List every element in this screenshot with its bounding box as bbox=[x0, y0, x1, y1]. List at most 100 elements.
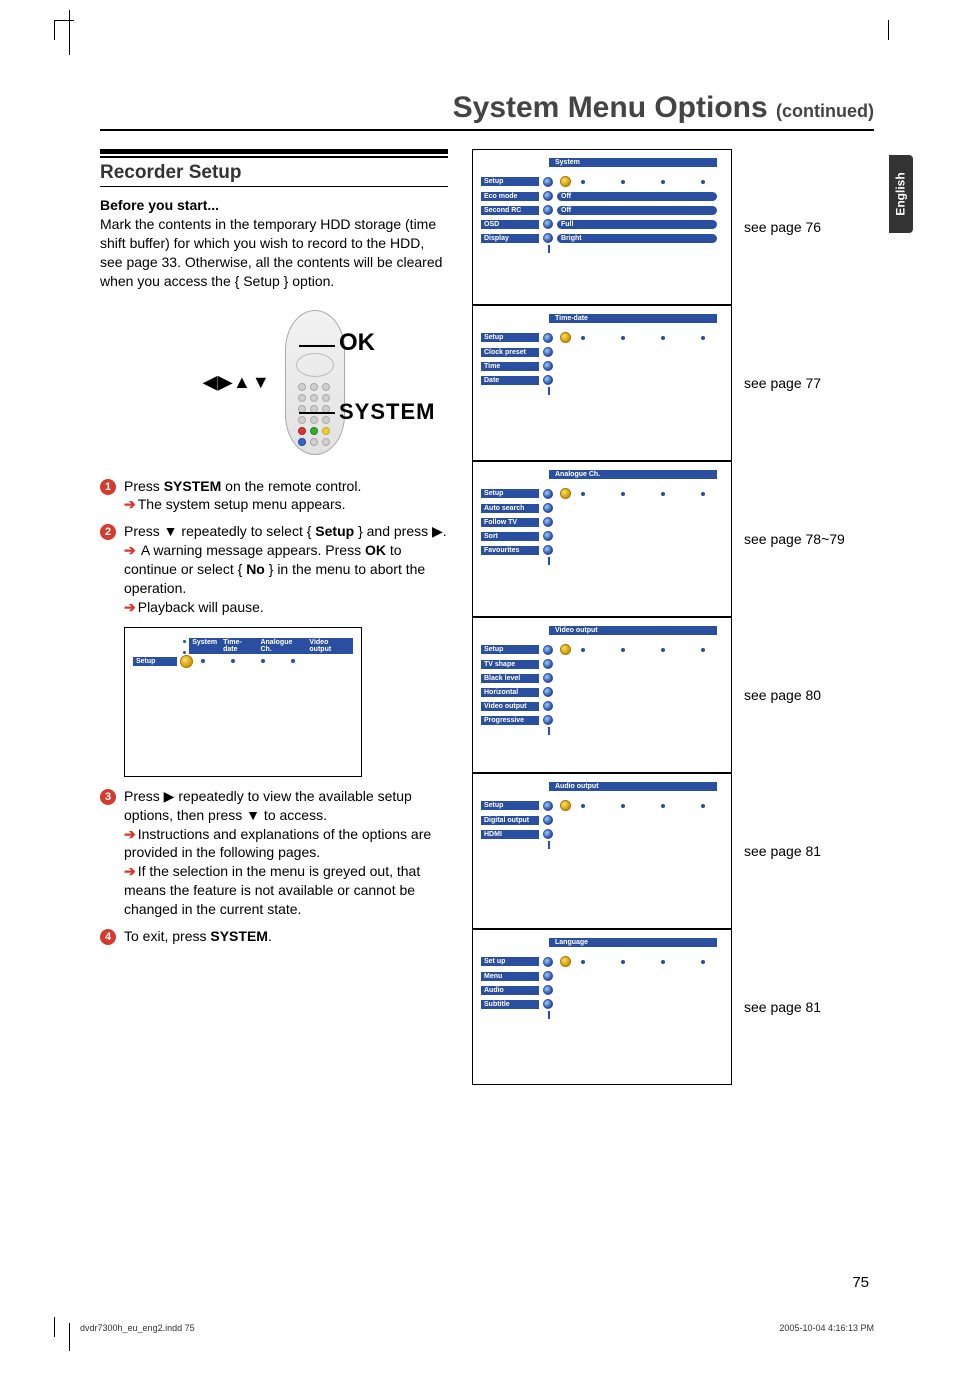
result-arrow-icon: ➔ bbox=[124, 599, 136, 615]
card-option-row: Time bbox=[481, 360, 723, 372]
text: } and press ▶. bbox=[354, 523, 446, 539]
option-label: Time bbox=[481, 362, 539, 371]
remote-illustration: ◀▶▲▼ OK SYSTEM bbox=[100, 303, 448, 463]
option-value: Off bbox=[557, 192, 717, 201]
step-body: To exit, press SYSTEM. bbox=[124, 927, 272, 946]
option-label: HDMI bbox=[481, 830, 539, 839]
crop-mark bbox=[69, 1323, 70, 1351]
remote-buttons-icon bbox=[298, 383, 332, 436]
option-label: Follow TV bbox=[481, 518, 539, 527]
step-bullet: 1 bbox=[100, 479, 116, 495]
nav-node-icon bbox=[543, 829, 553, 839]
step-1: 1 Press SYSTEM on the remote control. ➔T… bbox=[100, 477, 448, 515]
menu-preview-entry: Video outputSetupTV shapeBlack levelHori… bbox=[472, 617, 874, 773]
card-option-row: HDMI bbox=[481, 828, 723, 840]
card-tag: Language bbox=[549, 938, 717, 947]
right-column: SystemSetupEco modeOffSecond RCOffOSDFul… bbox=[472, 149, 874, 1085]
card-setup-label: Set up bbox=[481, 957, 539, 966]
step-bullet: 2 bbox=[100, 524, 116, 540]
card-option-row: Date bbox=[481, 374, 723, 386]
nav-node-icon bbox=[543, 645, 553, 655]
option-label: Subtitle bbox=[481, 1000, 539, 1009]
menu-preview-card: Analogue Ch.SetupAuto searchFollow TVSor… bbox=[472, 461, 732, 617]
option-label: OSD bbox=[481, 220, 539, 229]
nav-node-icon bbox=[543, 489, 553, 499]
card-setup-row: Setup bbox=[481, 175, 723, 188]
card-option-row: Audio bbox=[481, 984, 723, 996]
option-label: Auto search bbox=[481, 504, 539, 513]
option-label: Sort bbox=[481, 532, 539, 541]
nav-node-icon bbox=[543, 801, 553, 811]
nav-node-icon bbox=[543, 233, 553, 243]
setup-row: Setup bbox=[133, 656, 353, 667]
nav-node-icon bbox=[560, 956, 571, 967]
nav-node-icon bbox=[560, 800, 571, 811]
menu-preview-entry: LanguageSet upMenuAudioSubtitlesee page … bbox=[472, 929, 874, 1085]
section-title-box: Recorder Setup bbox=[100, 149, 448, 187]
dot-icon bbox=[183, 640, 186, 654]
option-label: Audio bbox=[481, 986, 539, 995]
option-label: Eco mode bbox=[481, 192, 539, 201]
crop-mark bbox=[869, 20, 889, 40]
card-option-row: TV shape bbox=[481, 658, 723, 670]
card-option-row: Video output bbox=[481, 700, 723, 712]
text: Instructions and explanations of the opt… bbox=[124, 826, 431, 861]
option-label: Clock preset bbox=[481, 348, 539, 357]
dot-line bbox=[581, 960, 705, 964]
step-2: 2 Press ▼ repeatedly to select { Setup }… bbox=[100, 522, 448, 616]
cards-container: SystemSetupEco modeOffSecond RCOffOSDFul… bbox=[472, 149, 874, 1085]
card-option-row: Black level bbox=[481, 672, 723, 684]
card-option-row: Eco mode Off bbox=[481, 190, 723, 202]
result-arrow-icon: ➔ bbox=[124, 863, 136, 879]
remote-control-icon bbox=[285, 310, 345, 455]
text: Playback will pause. bbox=[138, 599, 264, 615]
dot-line bbox=[581, 336, 705, 340]
nav-node-icon bbox=[543, 333, 553, 343]
nav-node-icon bbox=[543, 347, 553, 357]
nav-node-icon bbox=[543, 545, 553, 555]
card-option-row: Clock preset bbox=[481, 346, 723, 358]
card-page-ref: see page 76 bbox=[744, 219, 821, 236]
option-label: Menu bbox=[481, 972, 539, 981]
card-setup-row: Setup bbox=[481, 487, 723, 500]
step-bullet: 4 bbox=[100, 929, 116, 945]
connector-icon bbox=[548, 387, 550, 395]
text: on the remote control. bbox=[221, 478, 361, 494]
menu-preview-card: SystemSetupEco modeOffSecond RCOffOSDFul… bbox=[472, 149, 732, 305]
option-label: Horizontal bbox=[481, 688, 539, 697]
setup-tabs-screenshot: System Time-date Analogue Ch. Video outp… bbox=[124, 627, 362, 777]
nav-node-icon bbox=[543, 985, 553, 995]
option-label: Second RC bbox=[481, 206, 539, 215]
text: To exit, press bbox=[124, 928, 210, 944]
option-label: Progressive bbox=[481, 716, 539, 725]
connector-icon bbox=[548, 1011, 550, 1019]
title-continued: (continued) bbox=[776, 101, 874, 121]
step-body: Press SYSTEM on the remote control. ➔The… bbox=[124, 477, 361, 515]
nav-node-icon bbox=[543, 517, 553, 527]
text: Setup bbox=[315, 523, 354, 539]
nav-node-icon bbox=[543, 701, 553, 711]
connector-icon bbox=[548, 727, 550, 735]
text: OK bbox=[365, 542, 386, 558]
result-arrow-icon: ➔ bbox=[124, 826, 136, 842]
nav-node-icon bbox=[543, 999, 553, 1009]
option-label: Digital output bbox=[481, 816, 539, 825]
page-title: System Menu Options (continued) bbox=[100, 91, 874, 131]
menu-preview-card: Audio outputSetupDigital outputHDMI bbox=[472, 773, 732, 929]
footer: dvdr7300h_eu_eng2.indd 75 2005-10-04 4:1… bbox=[80, 1323, 874, 1333]
card-setup-label: Setup bbox=[481, 333, 539, 342]
card-option-row: Horizontal bbox=[481, 686, 723, 698]
card-page-ref: see page 80 bbox=[744, 687, 821, 704]
tab-system: System bbox=[189, 638, 220, 654]
nav-node-icon bbox=[560, 488, 571, 499]
card-tag: Time-date bbox=[549, 314, 717, 323]
option-value: Bright bbox=[557, 234, 717, 243]
text: If the selection in the menu is greyed o… bbox=[124, 863, 420, 917]
footer-datetime: 2005-10-04 4:16:13 PM bbox=[779, 1323, 874, 1333]
card-option-row: Follow TV bbox=[481, 516, 723, 528]
menu-preview-card: Language Set up Menu Audio Subtitle bbox=[472, 929, 732, 1085]
card-option-row: Menu bbox=[481, 970, 723, 982]
card-tag: Audio output bbox=[549, 782, 717, 791]
callout-line bbox=[299, 345, 335, 347]
text: Press bbox=[124, 478, 164, 494]
